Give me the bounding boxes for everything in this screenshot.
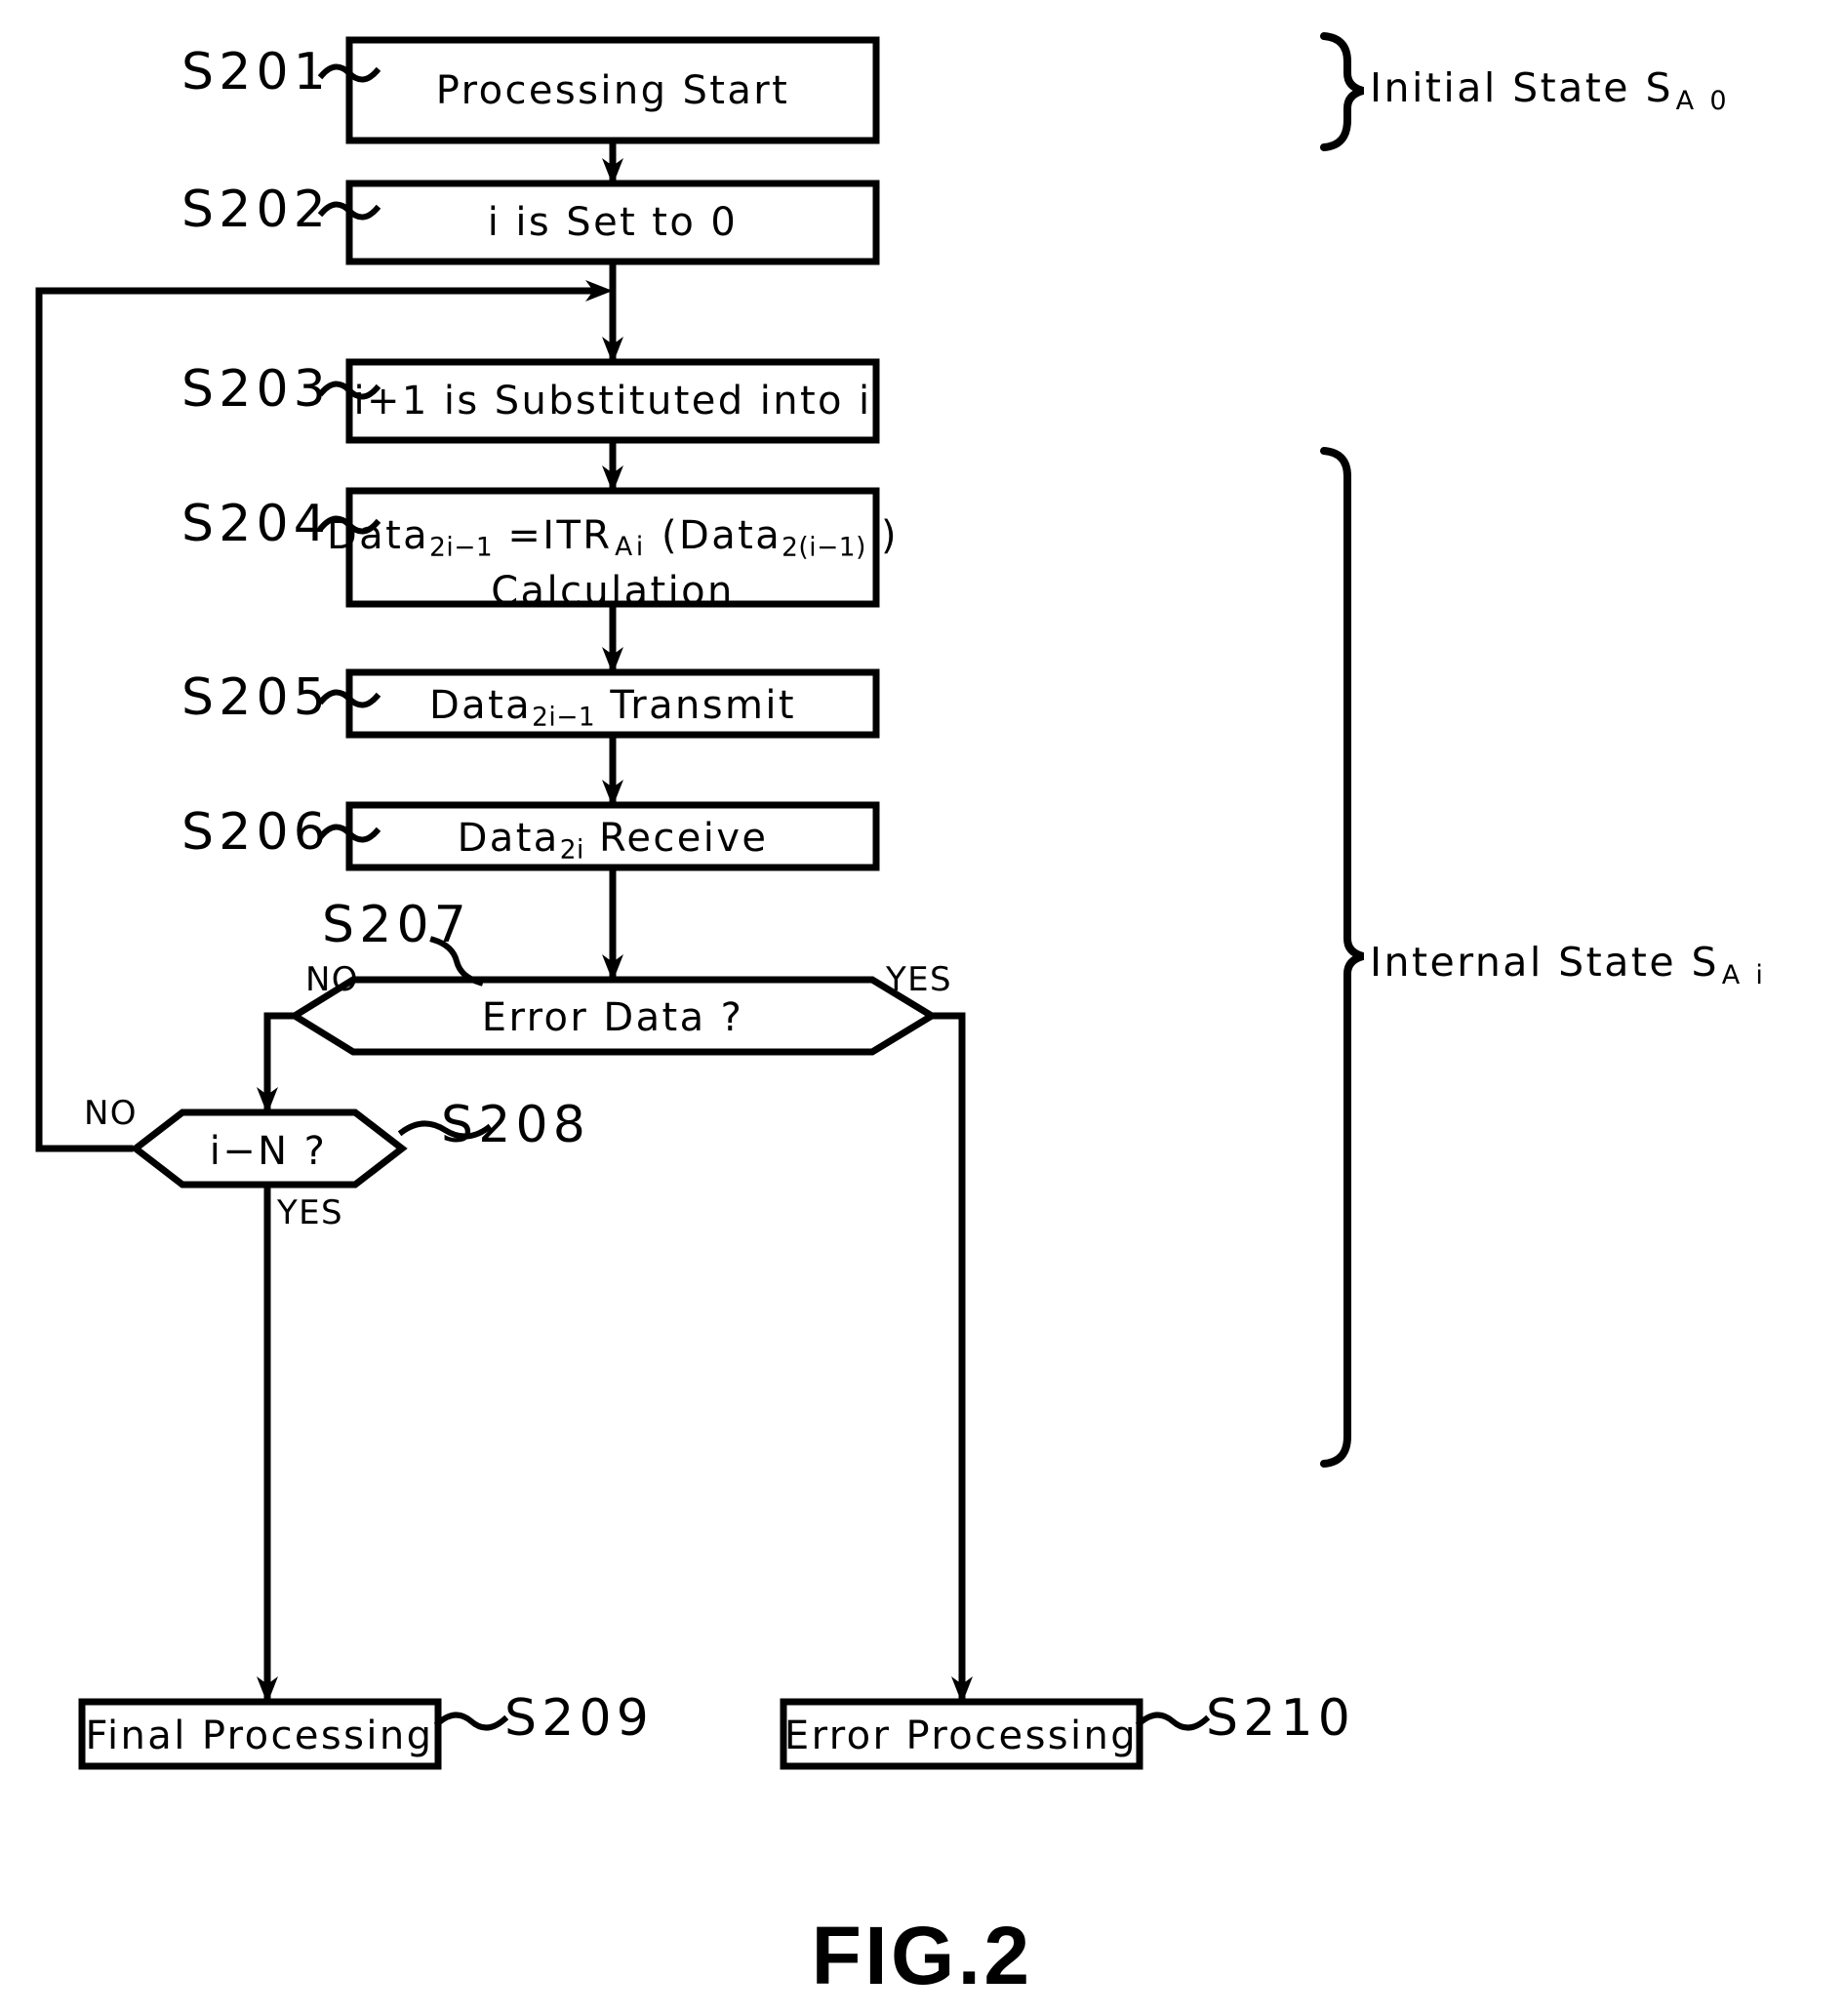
node-text-s205: Data2i−1 Transmit: [429, 686, 796, 731]
branch-label-s208-yes: YES: [277, 1193, 343, 1232]
node-text-s202: i is Set to 0: [487, 200, 739, 245]
step-id-s206: S206: [181, 803, 332, 862]
branch-label-s207-no: NO: [305, 960, 359, 999]
node-text-s210: Error Processing: [783, 1714, 1139, 1758]
node-text-s201: Processing Start: [435, 68, 790, 113]
branch-label-s207-yes: YES: [886, 960, 952, 999]
s206-data-sub: 2i: [559, 834, 584, 866]
formula-eq-itr: =ITR: [493, 513, 613, 558]
formula-data-c-sub: 2(i−1): [782, 532, 866, 563]
state-label-internal: Internal State SA i: [1370, 943, 1767, 988]
leader-s210: [1135, 1712, 1211, 1731]
state-label-internal-sub: A i: [1721, 959, 1767, 990]
branch-label-s208-no: NO: [84, 1094, 138, 1133]
node-text-s208: i−N ?: [209, 1129, 328, 1174]
step-id-s207: S207: [322, 896, 472, 954]
node-text-s209: Final Processing: [85, 1714, 434, 1758]
figure-caption: FIG.2: [811, 1910, 1033, 2001]
node-text-s206: Data2i Receive: [458, 819, 769, 864]
formula-data-a: Data: [326, 513, 430, 558]
formula-data-a-sub: 2i−1: [429, 532, 494, 563]
brace-initial-state: [1320, 32, 1365, 151]
node-text-s204-line2: Calculation: [491, 569, 735, 615]
step-id-s204: S204: [181, 495, 332, 553]
state-label-initial-sub: A 0: [1675, 85, 1731, 116]
s206-receive: Receive: [583, 816, 769, 861]
node-text-s207: Error Data ?: [481, 995, 744, 1040]
step-id-s203: S203: [181, 360, 332, 419]
connector-s207-yes-s210: [928, 1012, 966, 1700]
s206-data: Data: [457, 816, 560, 861]
step-id-s209: S209: [504, 1689, 655, 1748]
state-label-initial: Initial State SA 0: [1370, 68, 1730, 114]
step-id-s201: S201: [181, 43, 332, 101]
figure-canvas: S201 S202 S203 S204 S205 S206 S207 S208 …: [0, 0, 1844, 2016]
step-id-s202: S202: [181, 181, 332, 239]
formula-open-data: (Data: [646, 513, 782, 558]
formula-itr-sub: Ai: [615, 532, 647, 563]
s205-transmit: Transmit: [595, 683, 797, 728]
s205-data-sub: 2i−1: [532, 702, 596, 733]
leader-s209: [433, 1712, 509, 1731]
step-id-s208: S208: [441, 1096, 591, 1154]
state-label-internal-prefix: Internal State S: [1370, 939, 1719, 986]
step-id-s205: S205: [181, 668, 332, 727]
s205-data: Data: [428, 683, 533, 728]
step-id-s210: S210: [1206, 1689, 1356, 1748]
node-text-s204-line1: Data2i−1 =ITRAi (Data2(i−1) ): [327, 509, 899, 565]
node-text-s203: i+1 is Substituted into i: [353, 379, 872, 423]
formula-close-paren: ): [865, 513, 900, 558]
state-label-initial-prefix: Initial State S: [1370, 64, 1673, 111]
node-text-s204: Data2i−1 =ITRAi (Data2(i−1) ) Calculatio…: [327, 509, 899, 618]
brace-internal-state: [1320, 447, 1365, 1468]
